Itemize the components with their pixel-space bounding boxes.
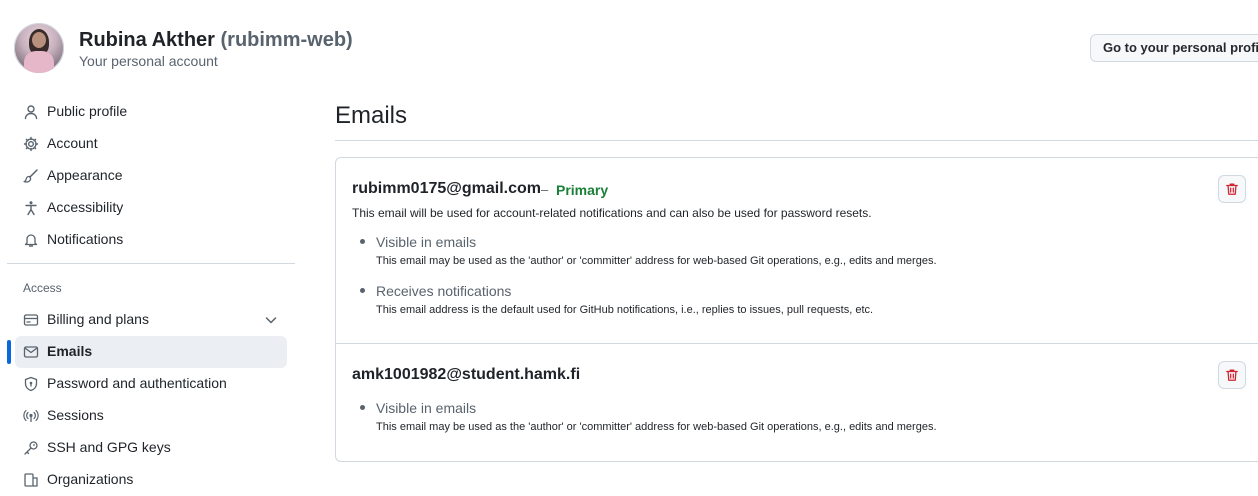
account-name: Rubina Akther (rubimm-web) bbox=[79, 29, 353, 52]
delete-email-button[interactable] bbox=[1218, 175, 1246, 203]
email-description: This email will be used for account-rela… bbox=[352, 206, 872, 220]
sidebar-item-account[interactable]: Account bbox=[15, 128, 287, 160]
sidebar-item-label: Appearance bbox=[47, 167, 123, 183]
sidebar-item-sessions[interactable]: Sessions bbox=[15, 400, 287, 432]
bullet-dot bbox=[360, 288, 365, 293]
sidebar-item-label: Organizations bbox=[47, 471, 134, 487]
email-address: rubimm0175@gmail.com bbox=[352, 180, 541, 197]
sidebar-item-label: Billing and plans bbox=[47, 311, 149, 327]
sidebar-item-password[interactable]: Password and authentication bbox=[15, 368, 287, 400]
sidebar-item-billing[interactable]: Billing and plans bbox=[15, 304, 287, 336]
account-subtitle: Your personal account bbox=[79, 53, 218, 69]
trash-icon bbox=[1226, 183, 1238, 195]
primary-badge: Primary bbox=[556, 182, 609, 198]
page-title: Emails bbox=[335, 102, 408, 129]
person-icon bbox=[23, 104, 39, 120]
gear-icon bbox=[23, 136, 39, 152]
email-address: amk1001982@student.hamk.fi bbox=[352, 366, 581, 383]
sidebar-item-label: SSH and GPG keys bbox=[47, 439, 171, 455]
sidebar-item-label: Notifications bbox=[47, 231, 124, 247]
sidebar-item-label: Password and authentication bbox=[47, 375, 227, 391]
visible-in-emails-desc: This email may be used as the 'author' o… bbox=[376, 255, 937, 267]
paintbrush-icon bbox=[23, 168, 39, 184]
sidebar-item-emails[interactable]: Emails bbox=[15, 336, 287, 368]
settings-header: Rubina Akther (rubimm-web) Your personal… bbox=[0, 0, 1258, 90]
chevron-down-icon[interactable] bbox=[263, 312, 279, 328]
email-list: rubimm0175@gmail.com – Primary This emai… bbox=[335, 157, 1258, 462]
sidebar-item-ssh-gpg[interactable]: SSH and GPG keys bbox=[15, 432, 287, 464]
avatar[interactable] bbox=[14, 23, 64, 73]
sidebar-item-label: Sessions bbox=[47, 407, 104, 423]
email-row-divider bbox=[336, 343, 1258, 344]
bullet-dot bbox=[360, 405, 365, 410]
sidebar-item-label: Emails bbox=[47, 343, 93, 359]
sidebar-divider bbox=[7, 263, 295, 264]
sidebar-item-label: Accessibility bbox=[47, 199, 124, 215]
sidebar-item-appearance[interactable]: Appearance bbox=[15, 160, 287, 192]
avatar-body bbox=[24, 51, 54, 73]
sidebar-item-public-profile[interactable]: Public profile bbox=[15, 96, 287, 128]
sidebar-section-access: Access bbox=[23, 281, 62, 295]
shield-lock-icon bbox=[23, 376, 39, 392]
visible-in-emails-label: Visible in emails bbox=[376, 400, 477, 416]
broadcast-icon bbox=[23, 408, 39, 424]
sidebar-item-label: Public profile bbox=[47, 103, 128, 119]
visible-in-emails-label: Visible in emails bbox=[376, 234, 477, 250]
sidebar-item-label: Account bbox=[47, 135, 98, 151]
sidebar-item-accessibility[interactable]: Accessibility bbox=[15, 192, 287, 224]
receives-notifications-desc: This email address is the default used f… bbox=[376, 304, 874, 316]
organization-icon bbox=[23, 472, 39, 488]
sidebar-item-notifications[interactable]: Notifications bbox=[15, 224, 287, 256]
trash-icon bbox=[1226, 369, 1238, 381]
avatar-face bbox=[32, 32, 46, 48]
login-name: (rubimm-web) bbox=[220, 29, 353, 51]
display-name: Rubina Akther bbox=[79, 29, 215, 51]
accessibility-icon bbox=[23, 200, 39, 216]
email-separator: – bbox=[541, 182, 549, 197]
credit-card-icon bbox=[23, 312, 39, 328]
title-divider bbox=[335, 140, 1258, 141]
receives-notifications-label: Receives notifications bbox=[376, 283, 512, 299]
bullet-dot bbox=[360, 239, 365, 244]
go-to-profile-button[interactable]: Go to your personal profile bbox=[1090, 34, 1258, 62]
delete-email-button[interactable] bbox=[1218, 361, 1246, 389]
sidebar-item-organizations[interactable]: Organizations bbox=[15, 464, 287, 496]
active-indicator bbox=[7, 340, 11, 364]
visible-in-emails-desc: This email may be used as the 'author' o… bbox=[376, 421, 937, 433]
bell-icon bbox=[23, 232, 39, 248]
key-icon bbox=[23, 440, 39, 456]
mail-icon bbox=[23, 344, 39, 360]
